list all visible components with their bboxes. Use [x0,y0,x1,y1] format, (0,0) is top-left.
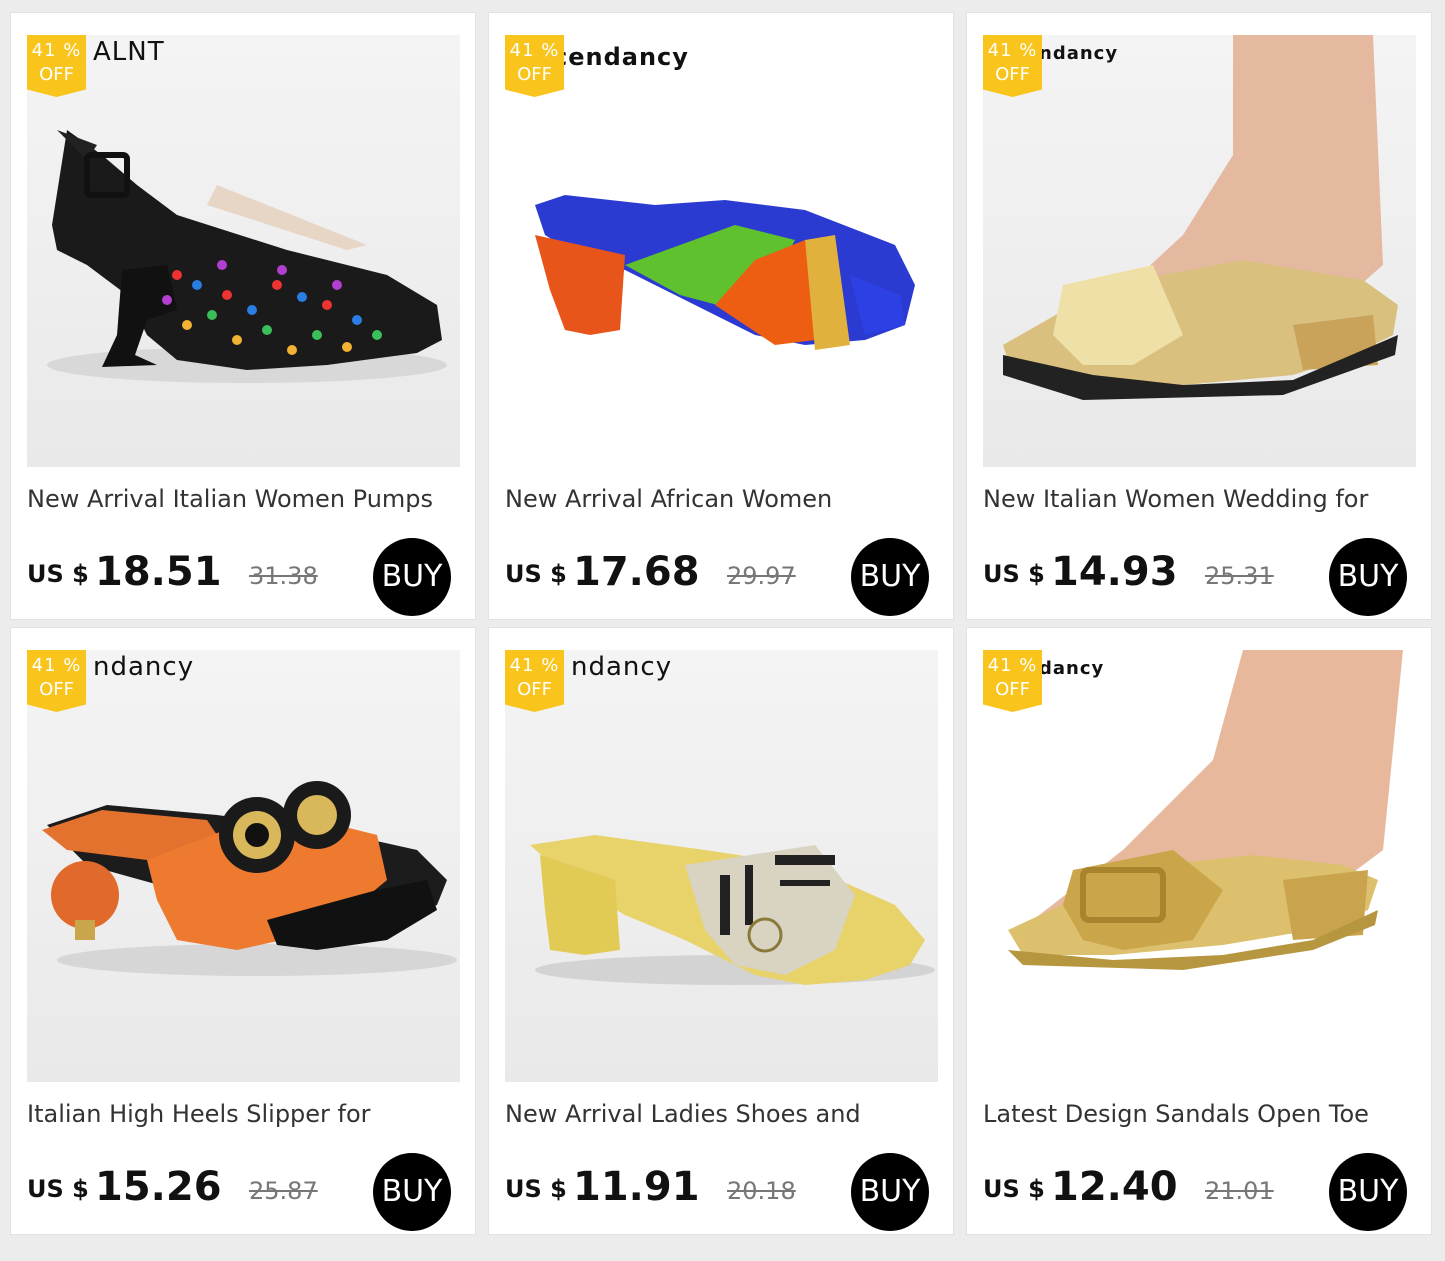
discount-badge: 41 % OFF [27,650,86,712]
product-image[interactable]: ndancy [983,35,1416,467]
product-title[interactable]: Latest Design Sandals Open Toe [983,1100,1423,1128]
discount-badge: 41 % OFF [27,35,86,97]
discount-off-label: OFF [995,679,1030,700]
brand-text: ndancy [571,652,673,682]
product-image[interactable]: dancy [983,650,1416,1082]
product-price: 15.26 [95,1164,222,1210]
product-image[interactable]: ndancy [27,650,460,1082]
product-price: 18.51 [95,549,222,595]
buy-button[interactable]: BUY [373,538,451,616]
shoe-illustration [1003,35,1398,400]
discount-off-label: OFF [517,679,552,700]
original-price: 20.18 [727,1177,796,1205]
brand-text: ndancy [1039,43,1119,64]
discount-badge: 41 % OFF [983,650,1042,712]
shoe-illustration [42,781,457,976]
discount-percent: 41 % [987,40,1038,61]
buy-button[interactable]: BUY [373,1153,451,1231]
original-price: 25.87 [249,1177,318,1205]
discount-off-label: OFF [517,64,552,85]
product-card[interactable]: ndancy 41 % OFF New Arrival Ladies Shoes… [488,627,954,1235]
discount-percent: 41 % [31,655,82,676]
discount-badge: 41 % OFF [505,650,564,712]
brand-text: dancy [1039,658,1105,679]
shoe-illustration [1008,650,1403,970]
buy-button[interactable]: BUY [851,1153,929,1231]
product-price: 17.68 [573,549,700,595]
brand-text: cendancy [553,43,689,71]
product-image[interactable]: ndancy [505,650,938,1082]
product-price: 14.93 [1051,549,1178,595]
currency-label: US $ [983,560,1045,588]
currency-label: US $ [27,1175,89,1203]
currency-label: US $ [27,560,89,588]
buy-button[interactable]: BUY [1329,1153,1407,1231]
discount-badge: 41 % OFF [983,35,1042,97]
product-price: 11.91 [573,1164,700,1210]
product-image[interactable]: cendancy [505,35,938,467]
original-price: 31.38 [249,562,318,590]
product-card[interactable]: ALNT 41 % OFF New Arrival Italian Women … [10,12,476,620]
discount-badge: 41 % OFF [505,35,564,97]
discount-percent: 41 % [31,40,82,61]
product-card[interactable]: dancy 41 % OFF Latest Design Sandals Ope… [966,627,1432,1235]
discount-off-label: OFF [39,64,74,85]
product-title[interactable]: New Arrival Italian Women Pumps [27,485,467,513]
product-card[interactable]: ndancy 41 % OFF Italian High Heels Slipp… [10,627,476,1235]
currency-label: US $ [505,1175,567,1203]
original-price: 25.31 [1205,562,1274,590]
discount-percent: 41 % [509,655,560,676]
discount-off-label: OFF [995,64,1030,85]
product-grid: ALNT 41 % OFF New Arrival Italian Women … [10,12,1435,1235]
original-price: 29.97 [727,562,796,590]
brand-text: ndancy [93,652,195,682]
currency-label: US $ [505,560,567,588]
currency-label: US $ [983,1175,1045,1203]
product-card[interactable]: cendancy 41 % OFF New Arrival African Wo… [488,12,954,620]
shoe-illustration [47,130,447,383]
shoe-illustration [530,835,935,985]
product-image[interactable]: ALNT [27,35,460,467]
discount-off-label: OFF [39,679,74,700]
shoe-illustration [535,195,915,350]
brand-text: ALNT [93,37,165,67]
product-title[interactable]: New Arrival African Women [505,485,945,513]
buy-button[interactable]: BUY [1329,538,1407,616]
product-title[interactable]: New Arrival Ladies Shoes and [505,1100,945,1128]
product-title[interactable]: Italian High Heels Slipper for [27,1100,467,1128]
discount-percent: 41 % [987,655,1038,676]
original-price: 21.01 [1205,1177,1274,1205]
product-price: 12.40 [1051,1164,1178,1210]
product-title[interactable]: New Italian Women Wedding for [983,485,1423,513]
buy-button[interactable]: BUY [851,538,929,616]
product-card[interactable]: ndancy 41 % OFF New Italian Women Weddin… [966,12,1432,620]
discount-percent: 41 % [509,40,560,61]
